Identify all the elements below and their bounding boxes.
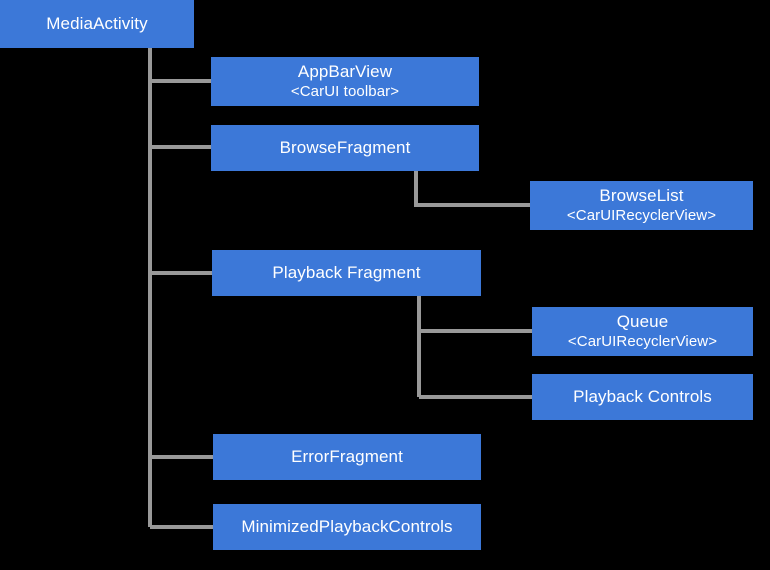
node-app-bar-view[interactable]: AppBarView <CarUI toolbar> <box>211 57 479 106</box>
node-playback-fragment-title: Playback Fragment <box>272 262 421 282</box>
node-browse-fragment[interactable]: BrowseFragment <box>211 125 479 171</box>
node-queue-subtitle: <CarUIRecyclerView> <box>567 333 718 351</box>
node-app-bar-view-subtitle: <CarUI toolbar> <box>290 83 400 101</box>
node-playback-controls-title: Playback Controls <box>573 386 712 406</box>
node-browse-list-title: BrowseList <box>599 186 684 206</box>
node-queue[interactable]: Queue <CarUIRecyclerView> <box>532 307 753 356</box>
node-error-fragment[interactable]: ErrorFragment <box>213 434 481 480</box>
node-queue-title: Queue <box>616 312 669 332</box>
node-browse-list[interactable]: BrowseList <CarUIRecyclerView> <box>530 181 753 230</box>
node-playback-fragment[interactable]: Playback Fragment <box>212 250 481 296</box>
node-minimized-playback-controls[interactable]: MinimizedPlaybackControls <box>213 504 481 550</box>
node-browse-list-subtitle: <CarUIRecyclerView> <box>566 207 717 225</box>
node-minimized-playback-controls-title: MinimizedPlaybackControls <box>241 516 453 536</box>
node-playback-controls[interactable]: Playback Controls <box>532 374 753 420</box>
architecture-diagram: MediaActivity AppBarView <CarUI toolbar>… <box>0 0 770 570</box>
edge-browse-fragment-to-browse-list <box>414 171 530 207</box>
node-browse-fragment-title: BrowseFragment <box>279 137 411 157</box>
node-media-activity[interactable]: MediaActivity <box>0 0 194 48</box>
node-media-activity-title: MediaActivity <box>46 13 148 33</box>
node-error-fragment-title: ErrorFragment <box>291 446 403 466</box>
node-app-bar-view-title: AppBarView <box>297 62 393 82</box>
